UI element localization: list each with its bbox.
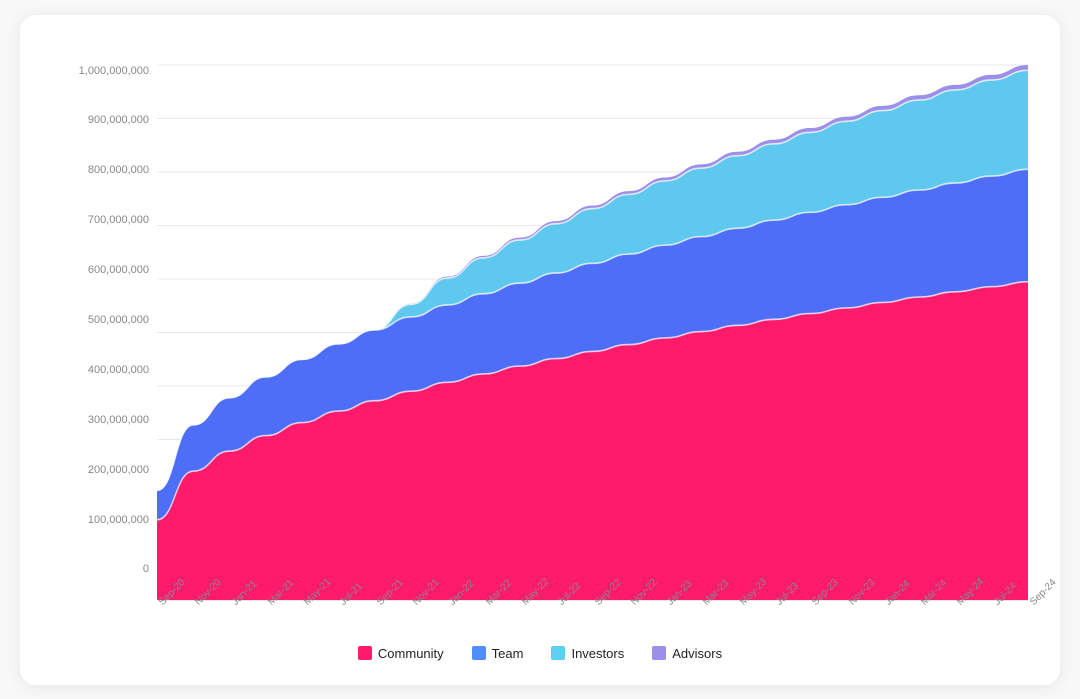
legend: Community Team Investors Advisors (52, 646, 1028, 661)
legend-label-investors: Investors (571, 646, 624, 661)
y-label: 200,000,000 (52, 464, 149, 476)
legend-item-investors: Investors (551, 646, 624, 661)
legend-label-team: Team (492, 646, 524, 661)
y-label: 400,000,000 (52, 364, 149, 376)
chart-inner: 1,000,000,000 900,000,000 800,000,000 700,0… (52, 65, 1028, 600)
legend-label-advisors: Advisors (672, 646, 722, 661)
legend-item-advisors: Advisors (652, 646, 722, 661)
legend-color-community (358, 646, 372, 660)
legend-label-community: Community (378, 646, 444, 661)
y-label: 700,000,000 (52, 214, 149, 226)
y-label: 100,000,000 (52, 514, 149, 526)
y-label: 800,000,000 (52, 164, 149, 176)
y-label: 0 (52, 563, 149, 575)
legend-item-team: Team (472, 646, 524, 661)
legend-color-investors (551, 646, 565, 660)
y-axis: 1,000,000,000 900,000,000 800,000,000 700,0… (52, 65, 157, 600)
legend-item-community: Community (358, 646, 444, 661)
y-label: 900,000,000 (52, 114, 149, 126)
x-axis: Sep-20Nov-20Jan-21Mar-21May-21Jul-21Sep-… (157, 600, 1028, 636)
y-label: 300,000,000 (52, 414, 149, 426)
legend-color-team (472, 646, 486, 660)
y-label: 600,000,000 (52, 264, 149, 276)
x-label: Sep-24 (1028, 577, 1059, 608)
legend-color-advisors (652, 646, 666, 660)
chart-card: 1,000,000,000 900,000,000 800,000,000 700,0… (20, 15, 1060, 685)
chart-area: 1,000,000,000 900,000,000 800,000,000 700,0… (52, 65, 1028, 636)
y-label: 500,000,000 (52, 314, 149, 326)
svg-container (157, 65, 1028, 600)
y-label: 1,000,000,000 (52, 65, 149, 77)
